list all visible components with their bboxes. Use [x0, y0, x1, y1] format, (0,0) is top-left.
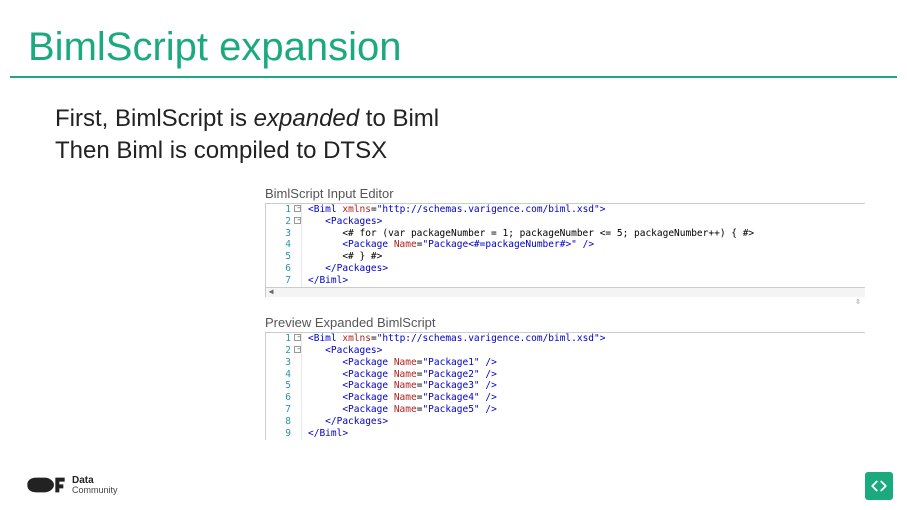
code-line: <Packages> — [302, 345, 382, 357]
line-no: 3 — [266, 228, 302, 240]
code-line: <Package Name="Package<#=packageNumber#>… — [302, 239, 594, 251]
code-brackets-icon — [870, 477, 888, 495]
code-line: <Package Name="Package3" /> — [302, 380, 497, 392]
resize-handle-icon[interactable]: ⇳ — [855, 296, 861, 309]
preview-editor[interactable]: 1<Biml xmlns="http://schemas.varigence.c… — [265, 332, 865, 440]
panel-label-preview: Preview Expanded BimlScript — [265, 315, 907, 330]
line-no: 4 — [266, 239, 302, 251]
logo-text-2: Community — [72, 486, 118, 495]
code-line: <# } #> — [302, 251, 382, 263]
title-underline — [10, 76, 897, 78]
line-no: 2 — [266, 216, 302, 228]
logo: Data Community — [26, 474, 118, 496]
code-line: <Biml xmlns="http://schemas.varigence.co… — [302, 333, 605, 345]
body-emphasis: expanded — [254, 105, 359, 132]
page-title: BimlScript expansion — [0, 0, 907, 74]
line-no: 5 — [266, 380, 302, 392]
fold-icon[interactable] — [294, 346, 301, 353]
line-no: 6 — [266, 263, 302, 275]
code-line: <Package Name="Package4" /> — [302, 392, 497, 404]
code-line: <Packages> — [302, 216, 382, 228]
line-no: 2 — [266, 345, 302, 357]
body-line-1a: First, BimlScript is — [55, 105, 254, 132]
fold-icon[interactable] — [294, 205, 301, 212]
code-line: </Packages> — [302, 263, 388, 275]
line-no: 7 — [266, 275, 302, 287]
code-line: </Biml> — [302, 275, 348, 287]
line-no: 7 — [266, 404, 302, 416]
line-no: 8 — [266, 416, 302, 428]
line-no: 4 — [266, 369, 302, 381]
input-editor[interactable]: 1<Biml xmlns="http://schemas.varigence.c… — [265, 203, 865, 297]
line-no: 3 — [266, 357, 302, 369]
line-no: 5 — [266, 251, 302, 263]
h-scrollbar[interactable]: ◀ — [266, 287, 865, 297]
code-line: <Package Name="Package5" /> — [302, 404, 497, 416]
code-line: </Biml> — [302, 428, 348, 440]
code-line: <Package Name="Package1" /> — [302, 357, 497, 369]
logo-text-1: Data — [72, 476, 118, 486]
panel-label-input: BimlScript Input Editor — [265, 186, 907, 201]
scroll-left-icon[interactable]: ◀ — [266, 287, 276, 297]
code-line: <Biml xmlns="http://schemas.varigence.co… — [302, 204, 605, 216]
fold-icon[interactable] — [294, 334, 301, 341]
code-line: </Packages> — [302, 416, 388, 428]
code-line: <# for (var packageNumber = 1; packageNu… — [302, 228, 754, 240]
line-no: 6 — [266, 392, 302, 404]
body-line-2: Then Biml is compiled to DTSX — [55, 137, 387, 164]
code-line: <Package Name="Package2" /> — [302, 369, 497, 381]
corner-badge — [865, 472, 893, 500]
slide-root: BimlScript expansion First, BimlScript i… — [0, 0, 907, 510]
body-line-1b: to Biml — [366, 105, 439, 132]
body-text: First, BimlScript is expanded to Biml Th… — [55, 103, 907, 168]
logo-mark-icon — [26, 474, 66, 496]
fold-icon[interactable] — [294, 217, 301, 224]
line-no: 9 — [266, 428, 302, 440]
